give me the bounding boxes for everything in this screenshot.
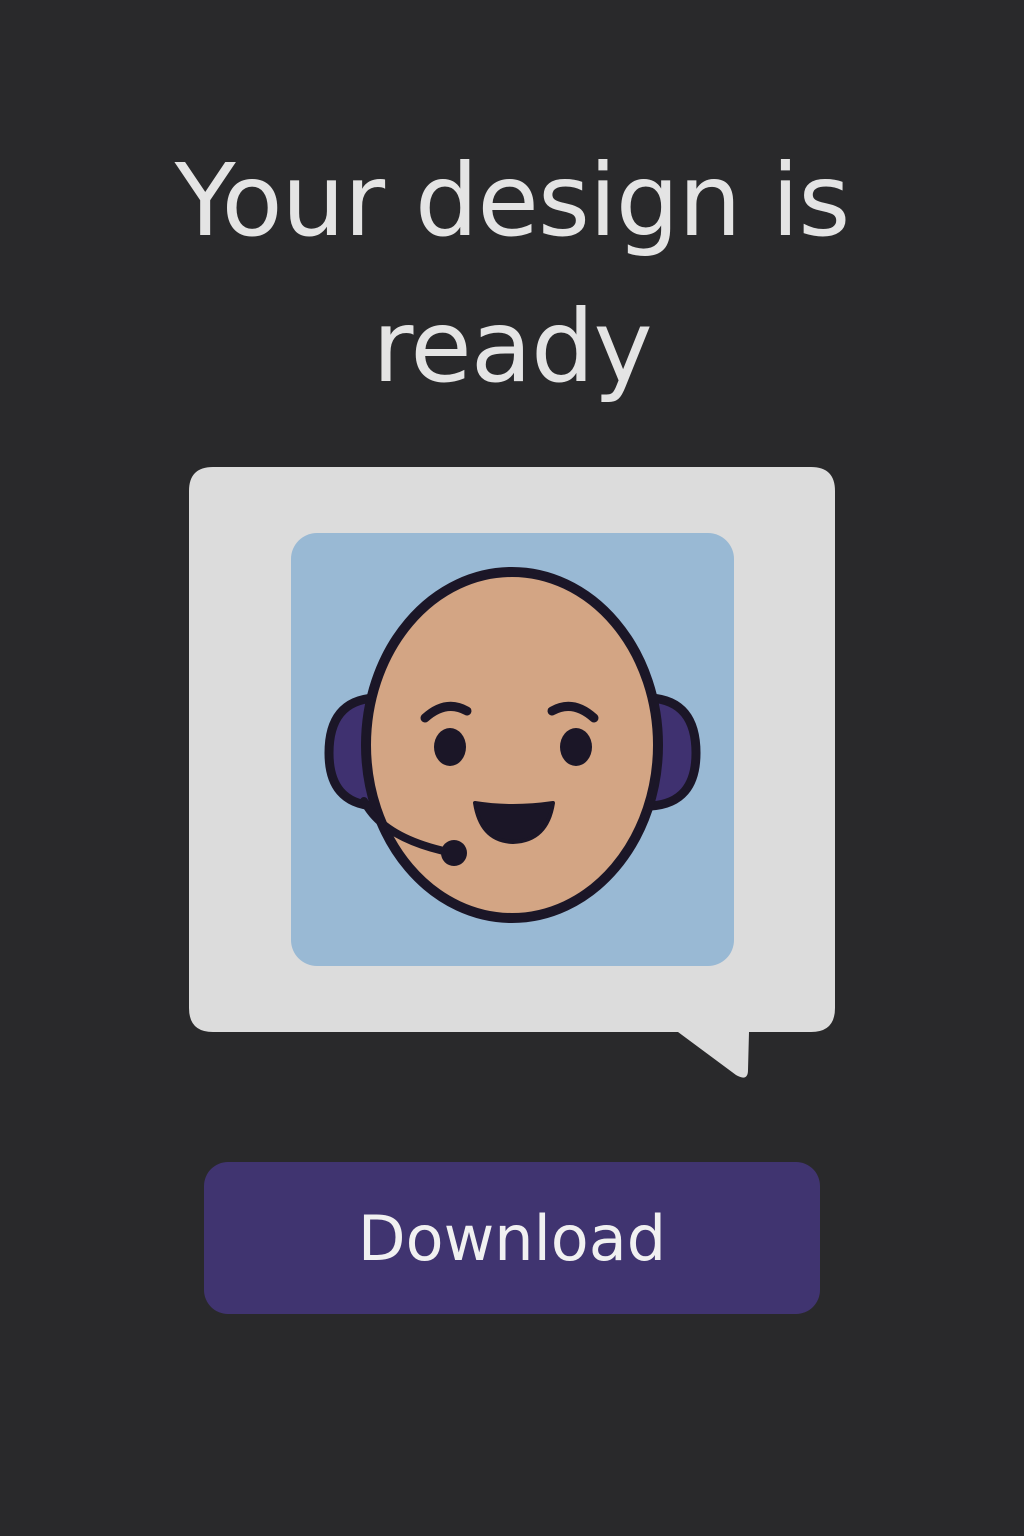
download-button[interactable]: Download <box>204 1162 820 1314</box>
page-title: Your design is ready <box>174 142 851 405</box>
support-agent-avatar-icon <box>324 567 701 923</box>
avatar-preview-card <box>291 533 734 966</box>
